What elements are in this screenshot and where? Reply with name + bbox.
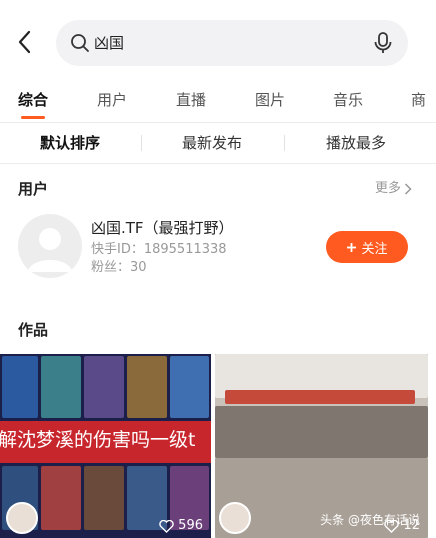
chevron-left-icon: [18, 30, 31, 54]
thumbnail-tile: [84, 356, 124, 418]
tab-music[interactable]: 音乐: [333, 90, 363, 110]
watermark: 头条 @夜色有话说: [320, 513, 420, 527]
users-section-title: 用户: [18, 180, 49, 198]
banner-strip: [225, 390, 415, 404]
category-tabs: 综合 用户 直播 图片 音乐 商: [0, 84, 436, 122]
tab-live[interactable]: 直播: [176, 90, 206, 110]
avatar[interactable]: [18, 214, 82, 278]
author-avatar[interactable]: [219, 502, 251, 534]
tab-users[interactable]: 用户: [97, 90, 127, 110]
divider: [0, 163, 436, 164]
thumbnail-tile: [84, 466, 124, 530]
sort-bar: 默认排序 最新发布 播放最多: [0, 123, 436, 163]
user-result-card[interactable]: 凶国.TF（最强打野） 快手ID：1895511338 粉丝：30 关注: [0, 210, 436, 282]
video-card[interactable]: 12 头条 @夜色有话说: [215, 354, 428, 538]
like-count-value: 596: [178, 518, 203, 533]
sort-default[interactable]: 默认排序: [40, 133, 100, 153]
thumbnail-tile: [2, 356, 38, 418]
tab-images[interactable]: 图片: [255, 90, 285, 110]
video-caption: 解沈梦溪的伤害吗一级t: [0, 429, 196, 451]
heart-icon: [159, 519, 174, 533]
user-name[interactable]: 凶国.TF（最强打野）: [91, 218, 234, 238]
user-id: 快手ID：1895511338: [91, 242, 227, 257]
more-label: 更多: [374, 181, 401, 196]
sort-most-played[interactable]: 播放最多: [326, 133, 386, 153]
microphone-icon[interactable]: [372, 31, 394, 55]
back-button[interactable]: [12, 28, 36, 56]
active-tab-indicator: [21, 116, 45, 119]
thumbnail-tile: [215, 406, 428, 458]
sort-newest[interactable]: 最新发布: [182, 133, 242, 153]
follow-button[interactable]: 关注: [326, 231, 408, 263]
search-query: 凶国: [94, 34, 125, 52]
thumbnail-tile: [127, 356, 167, 418]
thumbnail-tile: [170, 356, 209, 418]
search-input[interactable]: 凶国: [56, 20, 408, 66]
search-icon: [71, 34, 89, 52]
works-section-title: 作品: [18, 321, 49, 339]
chevron-right-icon: [404, 183, 412, 195]
thumbnail-tile: [41, 466, 81, 530]
search-header: 凶国: [0, 0, 436, 84]
follow-label: 关注: [361, 241, 388, 257]
tab-comprehensive[interactable]: 综合: [18, 90, 48, 110]
thumbnail-tile: [41, 356, 81, 418]
video-card[interactable]: 解沈梦溪的伤害吗一级t 596: [0, 354, 211, 538]
tab-shop[interactable]: 商: [411, 90, 426, 110]
divider: [141, 135, 142, 151]
more-users-link[interactable]: 更多: [375, 180, 412, 198]
plus-icon: [347, 242, 357, 252]
default-avatar-icon: [28, 228, 72, 272]
user-fans: 粉丝：30: [91, 260, 147, 275]
divider: [284, 135, 285, 151]
like-count: 596: [159, 518, 203, 534]
author-avatar[interactable]: [6, 502, 38, 534]
